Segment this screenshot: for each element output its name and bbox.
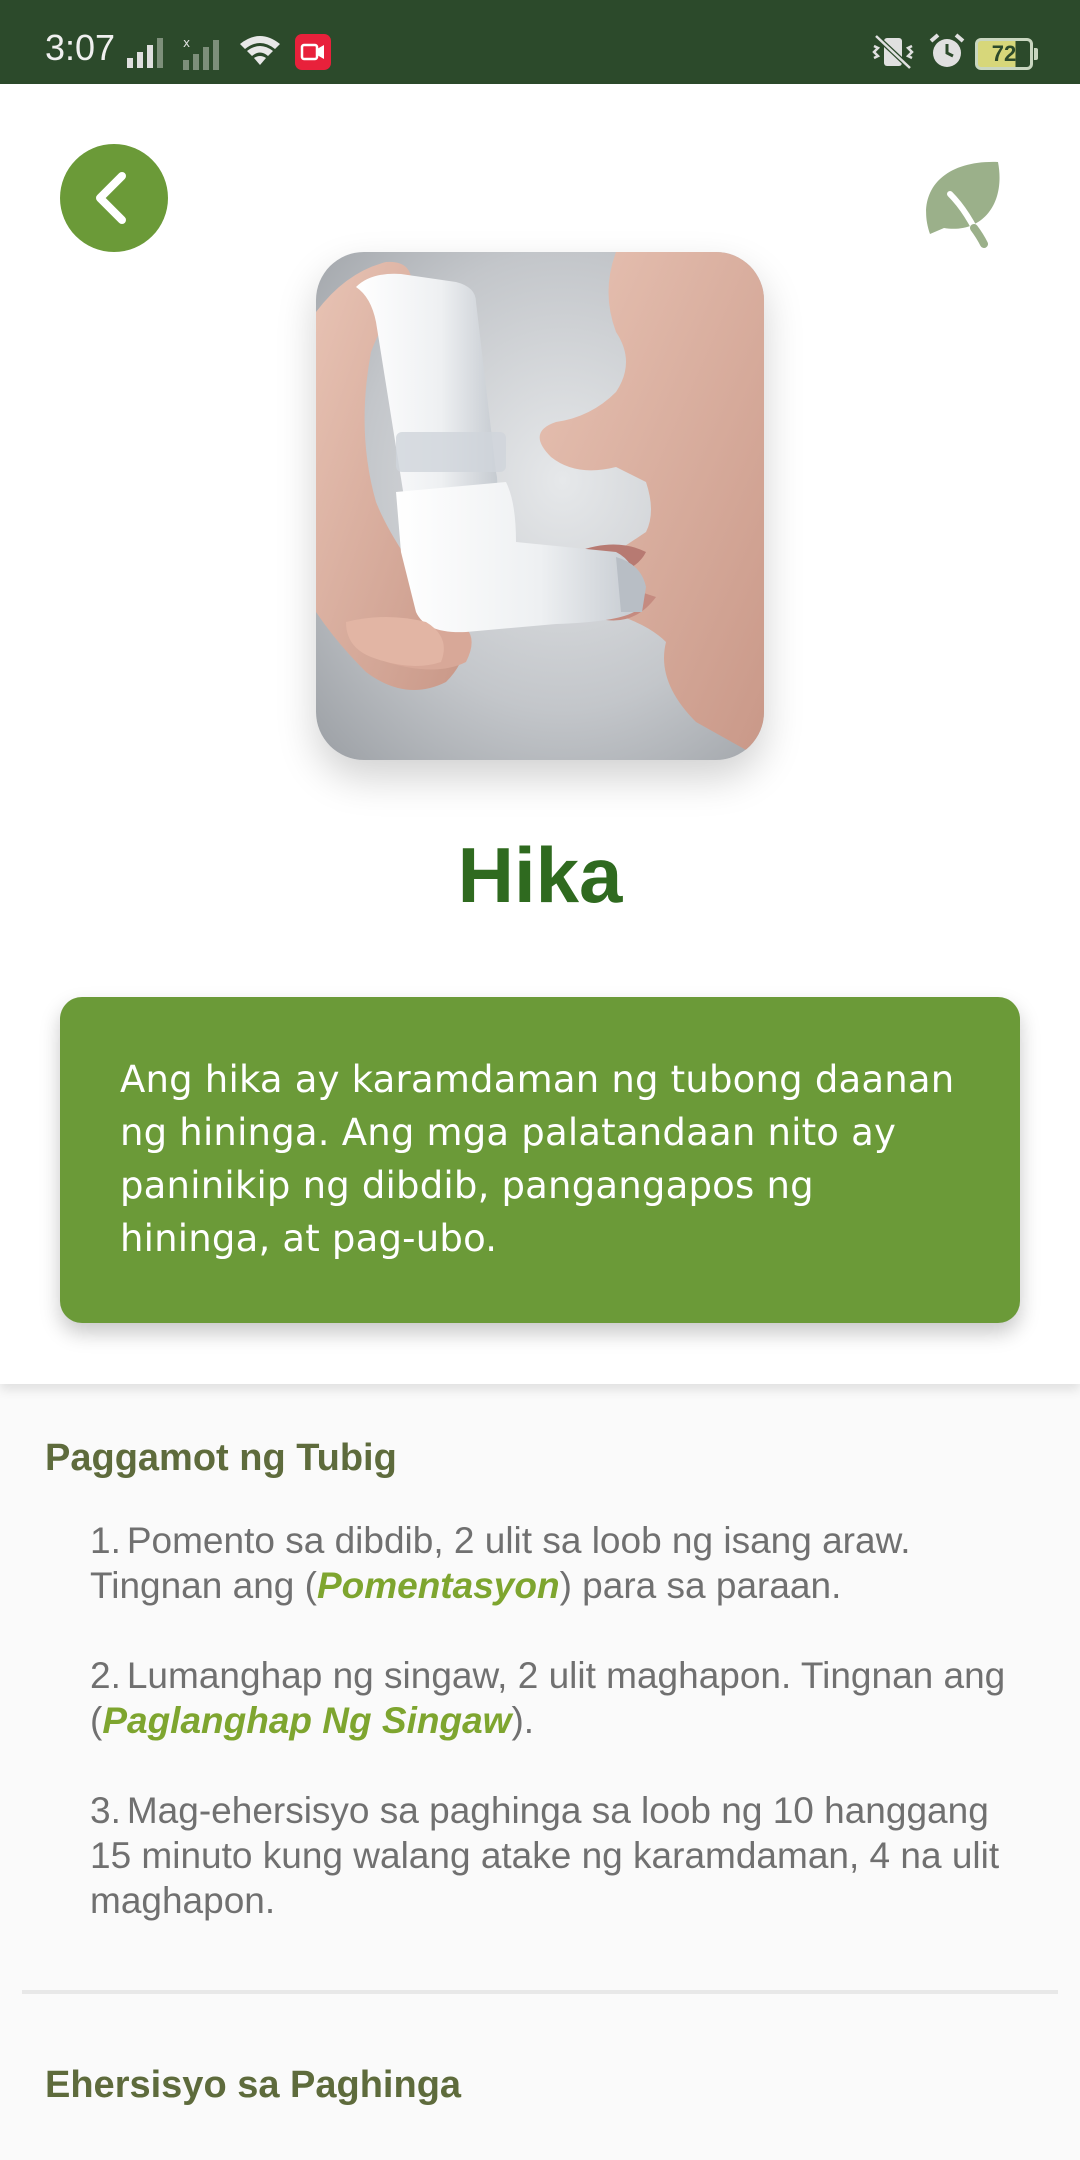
description-text: Ang hika ay karamdaman ng tubong daanan … [120, 1058, 955, 1260]
back-button[interactable] [60, 144, 168, 252]
section-heading-treatment: Paggamot ng Tubig [45, 1437, 397, 1479]
wifi-icon [240, 36, 280, 65]
alarm-icon [929, 33, 965, 67]
description-card: Ang hika ay karamdaman ng tubong daanan … [60, 997, 1020, 1323]
header-card: Hika Ang hika ay karamdaman ng tubong da… [0, 84, 1080, 1384]
list-item: 2. Lumanghap ng singaw, 2 ulit maghapon. … [90, 1653, 1020, 1743]
list-item: 3. Mag-ehersisyo sa paghinga sa loob ng 1… [90, 1788, 1020, 1923]
list-item: 1. Pomento sa dibdib, 2 ulit sa loob ng i… [90, 1518, 1020, 1608]
pomentasyon-link[interactable]: Pomentasyon [317, 1565, 560, 1606]
step-number: 3. [90, 1790, 121, 1831]
screen-record-icon [295, 34, 331, 70]
paglanghap-ng-singaw-link[interactable]: Paglanghap Ng Singaw [102, 1700, 511, 1741]
vibrate-off-icon [872, 34, 914, 70]
treatment-steps-list: 1. Pomento sa dibdib, 2 ulit sa loob ng i… [90, 1518, 1020, 1968]
page-title: Hika [457, 831, 623, 919]
status-bar: 3:07 x 72 [0, 0, 1080, 84]
section-divider [22, 1990, 1058, 1994]
inhaler-photo [316, 252, 764, 760]
step-number: 1. [90, 1520, 121, 1561]
step-number: 2. [90, 1655, 121, 1696]
svg-text:x: x [183, 36, 190, 50]
step-text-end: ). [511, 1700, 535, 1741]
signal-no-service-icon: x [183, 36, 219, 70]
step-text-end: ) para sa paraan. [559, 1565, 842, 1606]
step-text: Mag-ehersisyo sa paghinga sa loob ng 10 … [90, 1790, 1000, 1921]
signal-icon [127, 38, 163, 68]
battery-indicator: 72 [975, 38, 1038, 70]
section-heading-breathing-exercise: Ehersisyo sa Paghinga [45, 2064, 462, 2106]
chevron-left-icon [96, 172, 126, 224]
leaf-icon[interactable] [920, 154, 1010, 248]
status-time: 3:07 [45, 27, 116, 68]
